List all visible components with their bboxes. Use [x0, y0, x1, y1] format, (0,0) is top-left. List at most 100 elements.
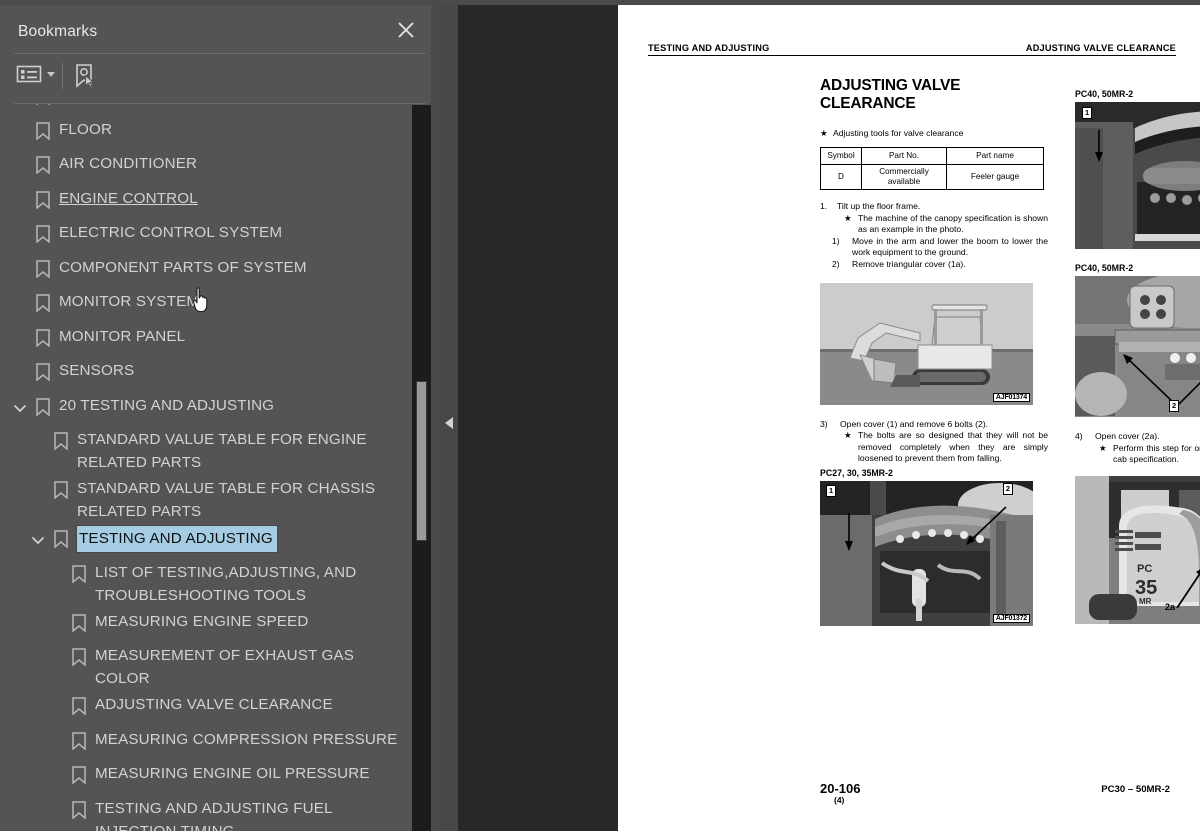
bookmarks-scrollbar-thumb[interactable]	[416, 381, 427, 541]
bookmark-item[interactable]: ENGINE CONTROL	[0, 184, 410, 219]
bookmark-icon	[36, 363, 50, 382]
bookmark-item-label[interactable]: COMPONENT PARTS OF SYSTEM	[59, 256, 315, 279]
star-bullet-icon: ★	[820, 128, 828, 138]
chevron-left-icon	[445, 417, 453, 429]
page-column-right: PC40, 50MR-2 1 PC40, 50MR-2 2 4) Open co…	[1075, 77, 1200, 624]
bookmark-item[interactable]: ELECTRIC CONTROL SYSTEM	[0, 218, 410, 253]
bookmark-item-label[interactable]: MONITOR PANEL	[59, 325, 193, 348]
step-4-star-text: Perform this step for only PC27, 30, 35M…	[1113, 442, 1200, 465]
bookmark-icon	[72, 697, 86, 716]
bookmark-item[interactable]: AIR CONDITIONER	[0, 149, 410, 184]
step-1-num: 1.	[820, 201, 828, 211]
bookmark-item[interactable]: MEASURING ENGINE OIL PRESSURE	[0, 759, 410, 794]
svg-text:PC: PC	[1137, 563, 1152, 575]
close-icon[interactable]	[396, 20, 416, 40]
photo-callout: 1	[826, 484, 837, 497]
new-bookmark-icon[interactable]	[72, 63, 98, 89]
step-1-star-text: The machine of the canopy specification …	[858, 212, 1048, 235]
list-options-icon[interactable]	[16, 63, 55, 85]
bookmark-item[interactable]: FLOOR	[0, 115, 410, 150]
step-3-star-text: The bolts are so designed that they will…	[858, 430, 1048, 464]
page-number-value: 20-106	[820, 781, 861, 796]
step-3-text: Open cover (1) and remove 6 bolts (2).	[840, 418, 989, 429]
bookmark-item-label[interactable]: FLOOR	[59, 118, 120, 141]
bookmark-item-label[interactable]: ENGINE CONTROL	[59, 187, 206, 210]
photo-excavator: AJF01374	[820, 282, 1033, 405]
document-viewer[interactable]: TESTING AND ADJUSTING ADJUSTING VALVE CL…	[458, 5, 1200, 831]
bookmark-item-label[interactable]: MEASURING COMPRESSION PRESSURE	[95, 728, 405, 751]
bookmark-icon	[72, 648, 86, 667]
bookmark-item[interactable]: MEASUREMENT OF EXHAUST GAS COLOR	[0, 641, 410, 690]
chevron-down-icon[interactable]	[12, 400, 28, 416]
bookmark-icon	[72, 564, 86, 584]
bookmark-item-label[interactable]: STANDARD VALUE TABLE FOR ENGINE RELATED …	[77, 428, 410, 474]
bookmark-item-label[interactable]: LIST OF TESTING,ADJUSTING, AND TROUBLESH…	[95, 561, 410, 607]
bookmarks-toolbar	[0, 60, 440, 98]
panel-collapse-handle[interactable]	[440, 5, 458, 831]
bookmark-item-label[interactable]: AIR CONDITIONER	[59, 152, 205, 175]
bookmark-icon	[36, 328, 50, 348]
running-head-right: ADJUSTING VALVE CLEARANCE	[1025, 43, 1176, 53]
step-1-1-num: 1)	[832, 235, 840, 246]
bookmark-item[interactable]: LIST OF TESTING,ADJUSTING, AND TROUBLESH…	[0, 558, 410, 607]
th-symbol: Symbol	[820, 147, 862, 165]
bookmark-item-label[interactable]: MONITOR SYSTEM	[59, 290, 207, 313]
bookmark-item-label[interactable]: MEASURING ENGINE OIL PRESSURE	[95, 762, 378, 785]
td-part-no: Commercially available	[861, 164, 947, 190]
step-1-1-text: Move in the arm and lower the boom to lo…	[852, 235, 1048, 258]
star-bullet-icon: ★	[1099, 442, 1107, 453]
bookmark-item[interactable]: SENSORS	[0, 356, 410, 391]
bookmark-icon	[72, 800, 86, 820]
bookmark-item[interactable]: ADJUSTING VALVE CLEARANCE	[0, 690, 410, 725]
bookmark-icon	[54, 530, 68, 549]
bookmark-item[interactable]: STANDARD VALUE TABLE FOR ENGINE RELATED …	[0, 425, 410, 474]
bookmark-icon	[54, 432, 68, 451]
caption-pc40-b: PC40, 50MR-2	[1075, 263, 1134, 273]
tools-note-text: Adjusting tools for valve clearance	[833, 128, 964, 138]
step-1-1: 1) Move in the arm and lower the boom to…	[832, 236, 1048, 259]
step-4-text: Open cover (2a).	[1095, 431, 1160, 441]
running-head-left: TESTING AND ADJUSTING	[648, 43, 770, 53]
document-page: TESTING AND ADJUSTING ADJUSTING VALVE CL…	[618, 5, 1200, 831]
step-4-star: ★ Perform this step for only PC27, 30, 3…	[1099, 443, 1200, 466]
bookmark-item-label[interactable]: STANDARD VALUE TABLE FOR CHASSIS RELATED…	[77, 477, 410, 523]
page-title: Bookmarks	[18, 23, 98, 40]
bookmark-item[interactable]: MONITOR PANEL	[0, 322, 410, 357]
page-running-head: TESTING AND ADJUSTING ADJUSTING VALVE CL…	[648, 43, 1176, 56]
bookmark-item[interactable]: TESTING AND ADJUSTING FUEL INJECTION TIM…	[0, 794, 410, 831]
bookmark-item[interactable]: EQUIPMENT	[0, 104, 410, 115]
bookmark-item-label[interactable]: TESTING AND ADJUSTING FUEL INJECTION TIM…	[95, 797, 410, 831]
caption-pc40-a: PC40, 50MR-2	[1075, 89, 1134, 99]
bookmark-icon	[72, 766, 86, 785]
bookmark-icon	[72, 613, 86, 633]
bookmark-item-label[interactable]: SENSORS	[59, 359, 142, 382]
td-symbol: D	[820, 164, 862, 190]
chevron-down-icon[interactable]	[30, 532, 46, 548]
bookmark-item-label[interactable]: MEASURING ENGINE SPEED	[95, 610, 316, 633]
bookmark-item[interactable]: TESTING AND ADJUSTING	[0, 523, 410, 558]
pdf-reader-window: Bookmarks FLOOR AIR CONDITIONER ENGINE C…	[0, 0, 1200, 831]
footer-model: PC30 – 50MR-2	[1101, 784, 1170, 795]
bookmark-item-label[interactable]: ELECTRIC CONTROL SYSTEM	[59, 221, 290, 244]
bookmark-item[interactable]: COMPONENT PARTS OF SYSTEM	[0, 253, 410, 288]
bookmark-item[interactable]: STANDARD VALUE TABLE FOR CHASSIS RELATED…	[0, 474, 410, 523]
star-bullet-icon: ★	[844, 430, 852, 441]
bookmark-item[interactable]: 20 TESTING AND ADJUSTING	[0, 391, 410, 426]
bookmark-item-label[interactable]: EQUIPMENT	[59, 104, 159, 106]
section-title: ADJUSTING VALVE CLEARANCE	[820, 77, 961, 112]
bookmarks-panel: Bookmarks FLOOR AIR CONDITIONER ENGINE C…	[0, 5, 440, 831]
bookmark-item[interactable]: MEASURING COMPRESSION PRESSURE	[0, 725, 410, 760]
bookmark-icon	[36, 156, 50, 175]
step-1-2-text: Remove triangular cover (1a).	[852, 258, 966, 269]
bookmark-tree[interactable]: EQUIPMENT FLOOR AIR CONDITIONER ENGINE CONT…	[0, 104, 410, 831]
photo-cab-cover: PC 35 MR 2a AJF	[1075, 475, 1200, 624]
bookmark-item[interactable]: MONITOR SYSTEM	[0, 287, 410, 322]
bookmark-item-label[interactable]: MEASUREMENT OF EXHAUST GAS COLOR	[95, 644, 410, 690]
svg-text:35: 35	[1135, 577, 1157, 599]
bookmark-icon	[36, 225, 50, 244]
bookmark-item-label[interactable]: 20 TESTING AND ADJUSTING	[59, 394, 282, 417]
bookmark-item[interactable]: MEASURING ENGINE SPEED	[0, 607, 410, 642]
bookmark-item-label[interactable]: ADJUSTING VALVE CLEARANCE	[95, 693, 341, 716]
th-part-no: Part No.	[861, 147, 947, 165]
bookmark-item-label[interactable]: TESTING AND ADJUSTING	[76, 525, 278, 553]
